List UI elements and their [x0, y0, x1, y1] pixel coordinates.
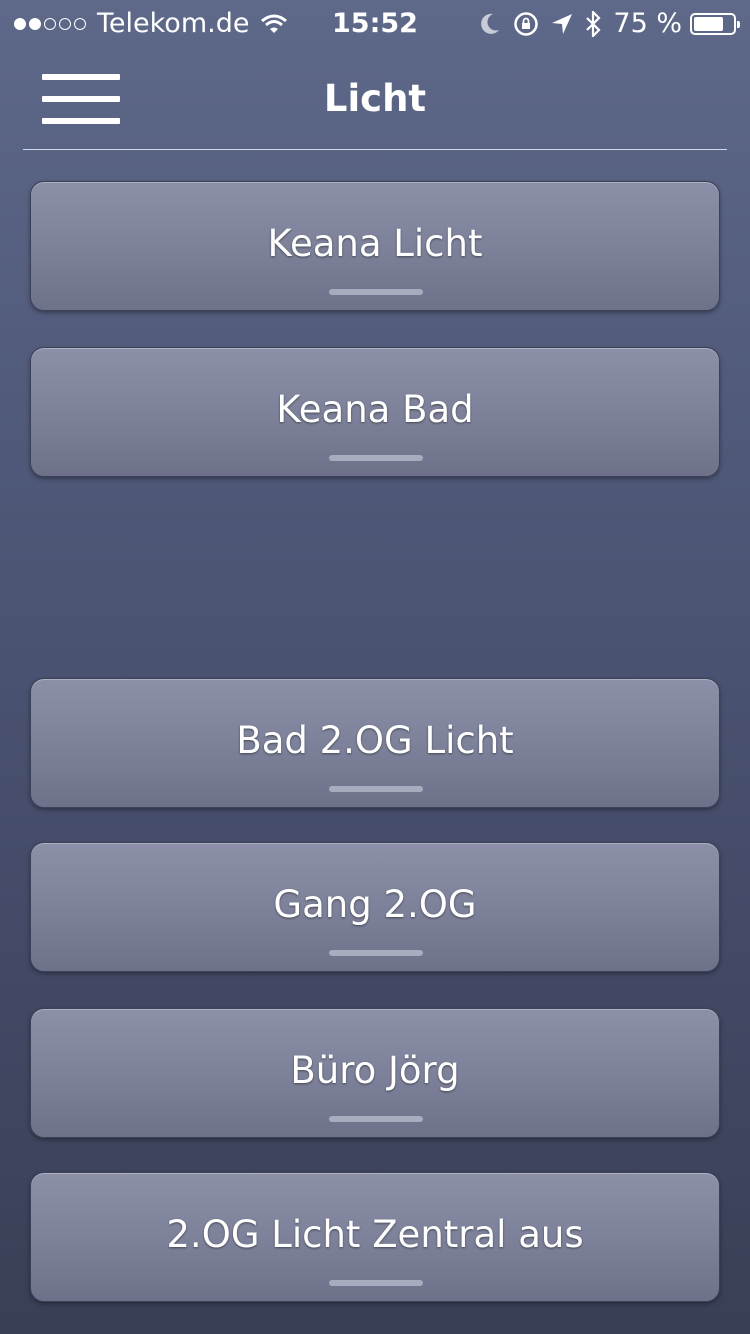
- status-bar: Telekom.de 15:52 75 %: [0, 0, 750, 50]
- moon-icon: [481, 13, 500, 34]
- button-label: Bad 2.OG Licht: [236, 719, 514, 762]
- rotation-lock-icon: [514, 11, 539, 36]
- button-label: Gang 2.OG: [273, 883, 477, 926]
- page-title: Licht: [323, 77, 427, 120]
- bluetooth-icon: [586, 10, 601, 37]
- keana-bad-button[interactable]: Keana Bad: [30, 347, 720, 477]
- battery-percent: 75 %: [613, 8, 682, 39]
- button-indicator: [329, 950, 423, 956]
- button-label: Büro Jörg: [290, 1049, 460, 1092]
- keana-licht-button[interactable]: Keana Licht: [30, 181, 720, 311]
- buero-joerg-button[interactable]: Büro Jörg: [30, 1008, 720, 1138]
- button-label: 2.OG Licht Zentral aus: [166, 1213, 584, 1256]
- button-indicator: [329, 289, 423, 295]
- button-label: Keana Bad: [276, 388, 474, 431]
- location-arrow-icon: [552, 13, 573, 34]
- zentral-aus-button[interactable]: 2.OG Licht Zentral aus: [30, 1172, 720, 1302]
- button-indicator: [329, 786, 423, 792]
- header-divider: [23, 149, 727, 150]
- button-label: Keana Licht: [267, 222, 483, 265]
- button-indicator: [329, 1116, 423, 1122]
- bad-2og-licht-button[interactable]: Bad 2.OG Licht: [30, 678, 720, 808]
- gang-2og-button[interactable]: Gang 2.OG: [30, 842, 720, 972]
- button-indicator: [329, 1280, 423, 1286]
- status-right: 75 %: [467, 8, 740, 39]
- button-indicator: [329, 455, 423, 461]
- nav-bar: Licht: [0, 50, 750, 150]
- battery-icon: [690, 12, 740, 35]
